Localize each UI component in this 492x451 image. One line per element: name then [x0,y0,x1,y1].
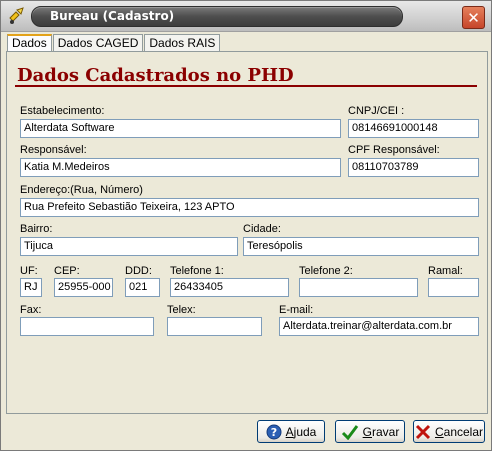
cpf-responsavel-field[interactable]: 08110703789 [348,158,479,177]
cancel-button-label: Cancelar [434,424,484,439]
tab-dados-caged[interactable]: Dados CAGED [52,34,144,51]
tab-dados-rais[interactable]: Dados RAIS [144,34,221,51]
dialog-window: Bureau (Cadastro) ✕ Dados Dados CAGED Da… [0,0,492,451]
window-title: Bureau (Cadastro) [50,9,175,23]
cpf-responsavel-label: CPF Responsável: [348,144,440,156]
telex-label: Telex: [167,304,196,316]
ramal-label: Ramal: [428,265,463,277]
cep-label: CEP: [54,265,80,277]
app-icon [7,6,27,26]
responsavel-field[interactable]: Katia M.Medeiros [20,158,341,177]
cnpj-label: CNPJ/CEI : [348,105,405,117]
telefone1-field[interactable]: 26433405 [170,278,289,297]
fax-label: Fax: [20,304,42,316]
close-button[interactable]: ✕ [462,6,485,29]
cnpj-field[interactable]: 08146691000148 [348,119,479,138]
estabelecimento-field[interactable]: Alterdata Software [20,119,341,138]
close-icon: ✕ [467,8,480,27]
telefone1-label: Telefone 1: [170,265,224,277]
svg-text:?: ? [270,426,276,439]
help-icon: ? [266,424,282,440]
title-bar[interactable]: Bureau (Cadastro) ✕ [1,1,491,32]
cidade-label: Cidade: [243,223,281,235]
email-field[interactable]: Alterdata.treinar@alterdata.com.br [279,317,479,336]
cidade-field[interactable]: Teresópolis [243,237,479,256]
endereco-field[interactable]: Rua Prefeito Sebastião Teixeira, 123 APT… [20,198,479,217]
help-button[interactable]: ? Ajuda [257,420,325,443]
fax-field[interactable] [20,317,154,336]
tab-panel: Dados Cadastrados no PHD Estabelecimento… [6,51,488,414]
page-title: Dados Cadastrados no PHD [17,65,294,86]
cancel-button[interactable]: Cancelar [413,420,485,443]
ddd-field[interactable]: 021 [125,278,160,297]
telex-field[interactable] [167,317,262,336]
endereco-label: Endereço:(Rua, Número) [20,184,143,196]
telefone2-label: Telefone 2: [299,265,353,277]
tab-strip: Dados Dados CAGED Dados RAIS [7,34,221,53]
cep-field[interactable]: 25955-000 [54,278,113,297]
save-button-label: Gravar [362,424,400,439]
telefone2-field[interactable] [299,278,418,297]
uf-field[interactable]: RJ [20,278,42,297]
responsavel-label: Responsável: [20,144,87,156]
bairro-field[interactable]: Tijuca [20,237,238,256]
ddd-label: DDD: [125,265,152,277]
help-button-label: Ajuda [285,424,317,439]
ramal-field[interactable] [428,278,479,297]
estabelecimento-label: Estabelecimento: [20,105,105,117]
heading-divider [15,85,477,87]
email-label: E-mail: [279,304,314,316]
checkmark-icon [341,424,359,440]
bairro-label: Bairro: [20,223,53,235]
x-icon [415,424,431,440]
save-button[interactable]: Gravar [335,420,405,443]
uf-label: UF: [20,265,38,277]
title-pill: Bureau (Cadastro) [31,6,403,27]
